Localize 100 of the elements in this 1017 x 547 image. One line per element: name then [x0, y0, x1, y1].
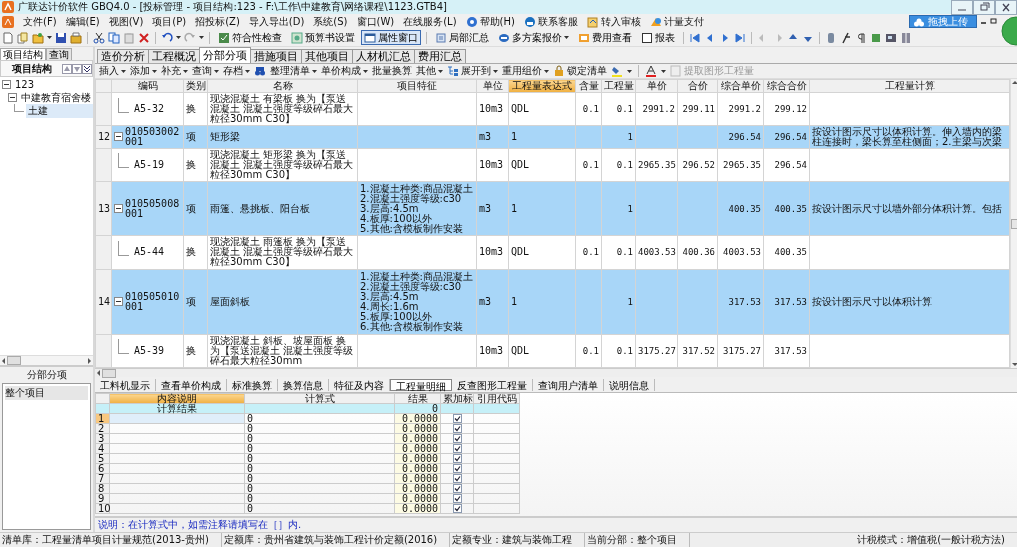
checkbox[interactable]: [452, 484, 462, 493]
lock-icon[interactable]: [553, 65, 565, 77]
column-header[interactable]: 工程量: [601, 79, 636, 93]
column-header[interactable]: 编码: [111, 79, 184, 93]
scrollbar-thumb[interactable]: [7, 356, 21, 365]
action-button[interactable]: 查询: [192, 64, 219, 78]
save-icon[interactable]: [55, 31, 67, 44]
caret-icon[interactable]: [661, 68, 666, 74]
new-document-icon[interactable]: [2, 31, 14, 44]
action-button[interactable]: 插入: [99, 64, 126, 78]
action-button[interactable]: 单价构成: [321, 64, 368, 78]
panel-tab[interactable]: 查询: [46, 48, 72, 60]
caret-icon[interactable]: [363, 68, 368, 74]
paragraph-icon[interactable]: [855, 31, 867, 44]
scrollbar-thumb[interactable]: [1011, 218, 1017, 229]
tab[interactable]: 人材机汇总: [352, 49, 415, 63]
caret-icon[interactable]: [47, 35, 52, 40]
binoculars-icon[interactable]: [254, 65, 266, 77]
restore-icon[interactable]: [990, 17, 997, 24]
caret-icon[interactable]: [245, 68, 250, 74]
menu-item[interactable]: 招投标(Z): [195, 14, 240, 29]
scroll-right-icon[interactable]: [86, 356, 93, 365]
caret-icon[interactable]: [493, 68, 498, 74]
column-header[interactable]: 单价: [635, 79, 678, 93]
column-header[interactable]: 内容说明: [109, 393, 245, 404]
menu-item[interactable]: 项目(P): [152, 14, 187, 29]
tab[interactable]: 换算信息: [278, 378, 329, 391]
tab[interactable]: 其他项目: [301, 49, 353, 63]
tab[interactable]: 工程概况: [148, 49, 200, 63]
menu-item[interactable]: 视图(V): [108, 14, 144, 29]
caret-icon[interactable]: [564, 35, 569, 40]
caret-icon[interactable]: [214, 68, 219, 74]
checkbox[interactable]: [452, 414, 462, 423]
close-icon[interactable]: [995, 0, 1017, 15]
collapse-panel-icon[interactable]: [82, 63, 92, 74]
tab[interactable]: 分部分项: [199, 47, 251, 63]
menu-item[interactable]: 系统(S): [313, 14, 348, 29]
toolbar-button[interactable]: 费用查看: [575, 30, 635, 45]
toolbar-button[interactable]: 多方案报价: [495, 30, 572, 45]
tab[interactable]: 说明信息: [604, 378, 655, 391]
move-up-icon[interactable]: [62, 63, 72, 74]
undo-icon[interactable]: [161, 31, 173, 44]
caret-icon[interactable]: [627, 68, 632, 74]
documents-icon[interactable]: [17, 31, 29, 44]
caret-icon[interactable]: [312, 68, 317, 74]
caret-icon[interactable]: [121, 68, 126, 74]
copy-icon[interactable]: [108, 31, 120, 44]
collapse-icon[interactable]: [8, 93, 17, 102]
toolbar-button[interactable]: 局部汇总: [432, 30, 492, 45]
tab[interactable]: 反查图形工程量: [452, 378, 533, 391]
action-button[interactable]: 其他: [416, 64, 443, 78]
action-button[interactable]: 锁定清单: [553, 64, 607, 78]
column-header[interactable]: 综合单价: [717, 79, 764, 93]
app-menu-icon[interactable]: [2, 15, 14, 28]
column-header[interactable]: 引用代码: [473, 393, 520, 404]
column-header[interactable]: 计算式: [244, 393, 395, 404]
checkbox[interactable]: [452, 434, 462, 443]
collapse-icon[interactable]: [2, 80, 11, 89]
fill-color-icon[interactable]: [611, 65, 623, 77]
tab[interactable]: 工程量明细: [390, 378, 452, 391]
checkbox[interactable]: [452, 444, 462, 453]
menu-item[interactable]: 导入导出(D): [248, 14, 305, 29]
caret-icon[interactable]: [152, 68, 157, 74]
menu-item[interactable]: 联系客服: [523, 14, 578, 29]
action-button[interactable]: 重用组价: [502, 64, 549, 78]
tree-item[interactable]: 中建教育宿舍楼: [19, 90, 93, 105]
collapse-icon[interactable]: [114, 297, 123, 307]
delete-icon[interactable]: [138, 31, 150, 44]
scroll-down-icon[interactable]: [1011, 361, 1017, 368]
window-icon[interactable]: [364, 31, 376, 44]
tree-item[interactable]: 123: [13, 79, 37, 90]
toolbar-button[interactable]: 报表: [638, 30, 678, 45]
column-header[interactable]: 工程量表达式: [508, 79, 576, 93]
checklist-icon[interactable]: [218, 31, 230, 44]
toolbar-button[interactable]: 属性窗口: [361, 30, 421, 45]
expand-tree-icon[interactable]: [447, 65, 459, 77]
checkbox[interactable]: [452, 464, 462, 473]
folder-icon[interactable]: [70, 31, 82, 44]
column-header[interactable]: 名称: [207, 79, 358, 93]
menu-item[interactable]: 窗口(W): [356, 14, 395, 29]
action-button[interactable]: 展开到: [447, 64, 498, 78]
tab[interactable]: 查询用户清单: [533, 378, 604, 391]
first-icon[interactable]: [689, 31, 701, 44]
help-icon[interactable]: [465, 15, 478, 28]
checkbox[interactable]: [452, 424, 462, 433]
caret-icon[interactable]: [438, 68, 443, 74]
menu-item[interactable]: 帮助(H): [465, 14, 515, 29]
list-item[interactable]: 整个项目: [5, 386, 88, 400]
column-header[interactable]: 合价: [677, 79, 718, 93]
collapse-icon[interactable]: [114, 204, 123, 214]
menu-item[interactable]: 转入审核: [586, 14, 641, 29]
column-header[interactable]: 含量: [575, 79, 602, 93]
tab[interactable]: 标准换算: [227, 378, 278, 391]
menu-item[interactable]: 在线服务(L): [403, 14, 457, 29]
checkbox[interactable]: [452, 504, 462, 513]
column-header[interactable]: 综合合价: [763, 79, 810, 93]
tab[interactable]: 措施项目: [250, 49, 302, 63]
tab[interactable]: 查看单价构成: [156, 378, 227, 391]
scrollbar-thumb[interactable]: [102, 368, 116, 378]
caret-icon[interactable]: [176, 35, 181, 40]
